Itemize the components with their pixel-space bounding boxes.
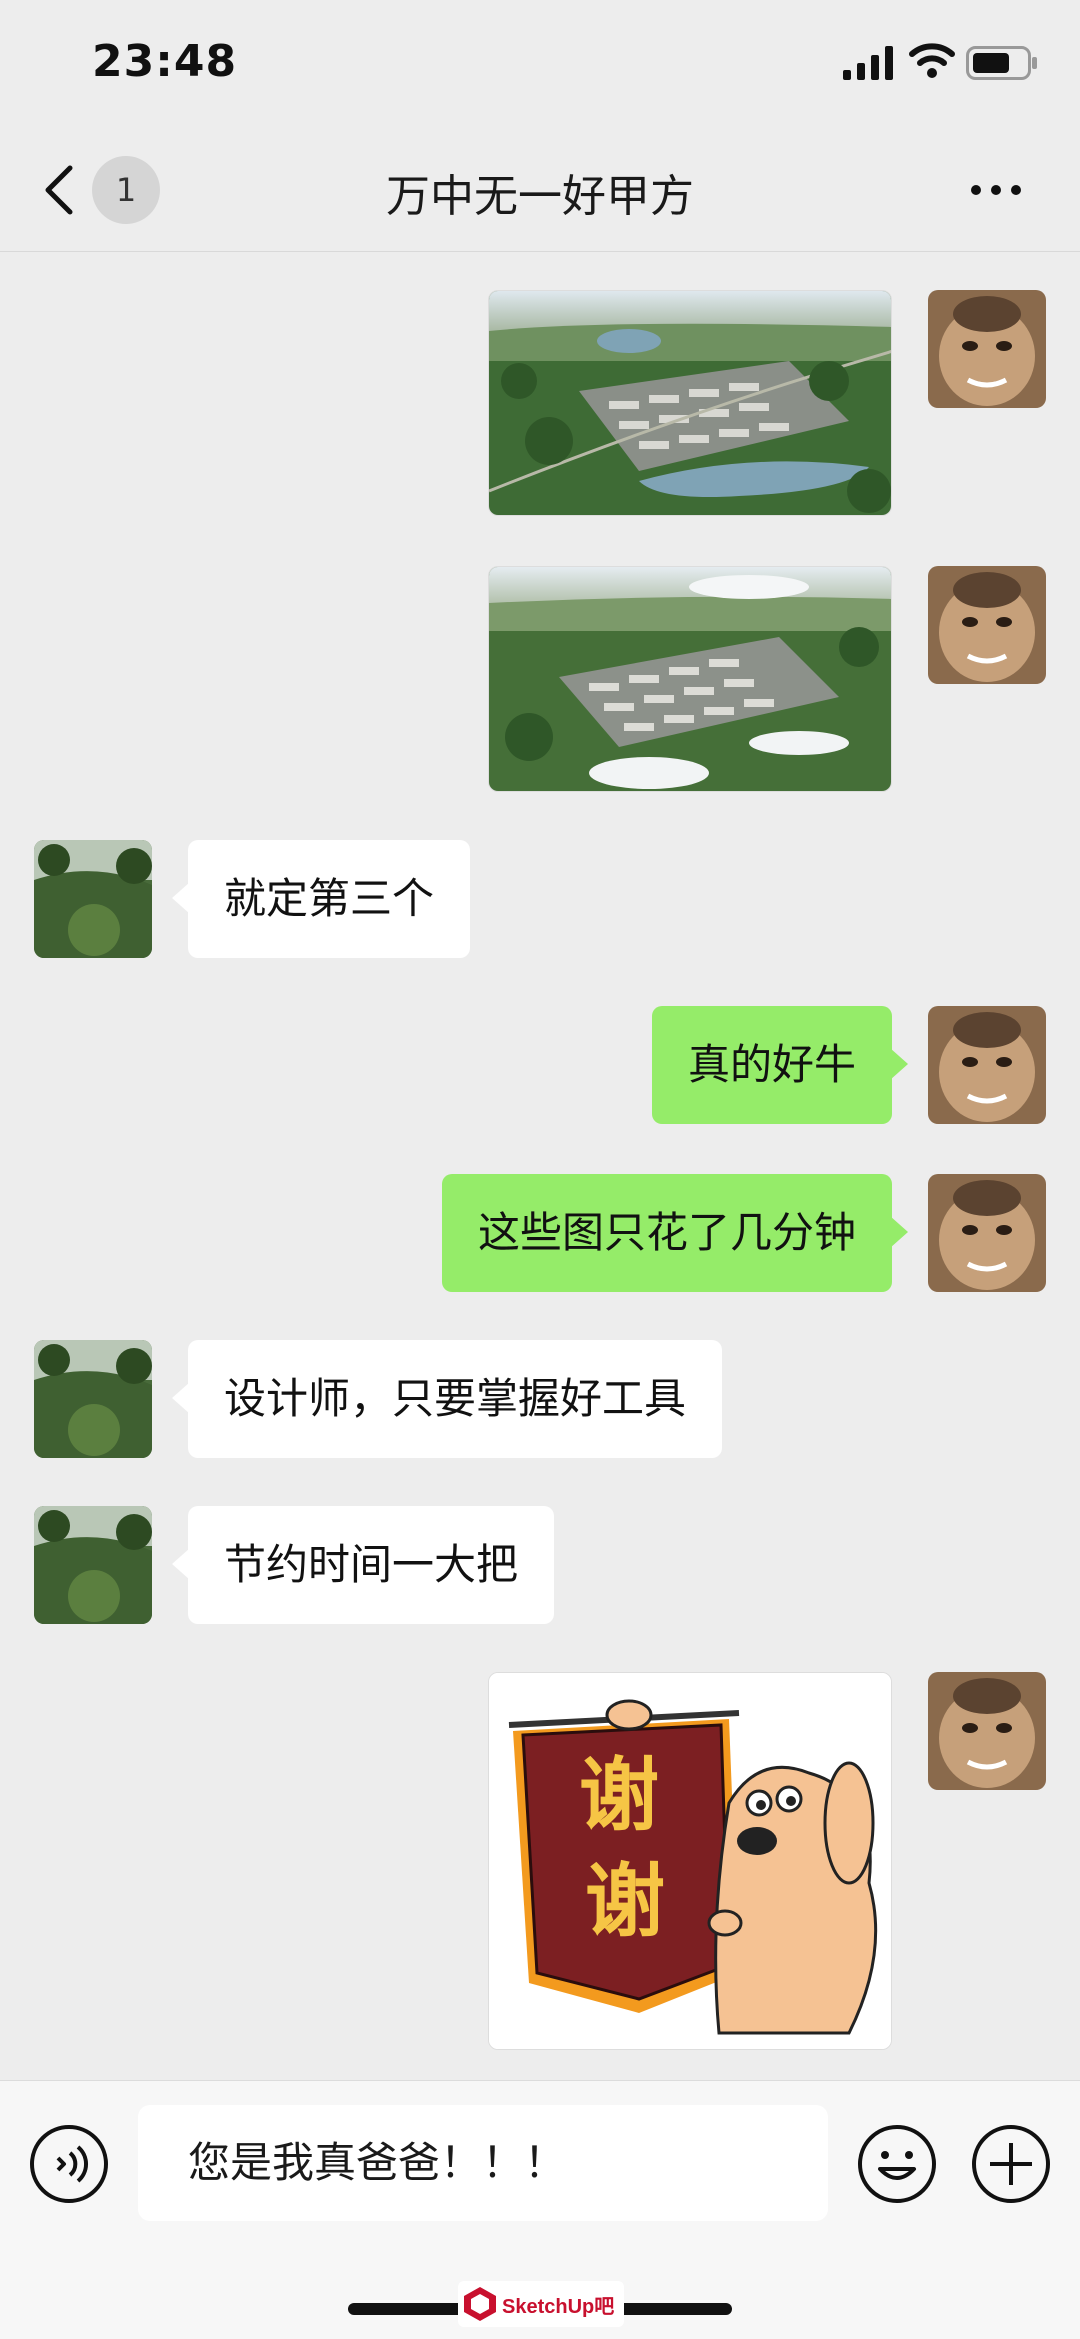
thanks-dog-sticker: 谢 谢 — [489, 1673, 891, 2049]
my-avatar[interactable] — [928, 1174, 1046, 1292]
chat-title: 万中无一好甲方 — [386, 171, 694, 222]
cellular-signal-icon — [843, 46, 893, 80]
sticker-char-2: 谢 — [585, 1855, 665, 1948]
monkey-avatar-icon — [928, 1174, 1046, 1292]
sticker-char-1: 谢 — [579, 1749, 659, 1842]
back-chevron-icon[interactable] — [40, 160, 80, 220]
more-options-icon[interactable] — [966, 170, 1026, 210]
forest-avatar-icon — [34, 840, 152, 958]
status-bar: 23:48 — [0, 0, 1080, 130]
battery-icon — [966, 46, 1037, 80]
my-avatar[interactable] — [928, 1672, 1046, 1790]
message-input[interactable]: 您是我真爸爸！！！ — [138, 2105, 828, 2221]
sketchup-logo-icon — [464, 2287, 496, 2321]
image-message[interactable] — [488, 566, 892, 792]
watermark-text: SketchUp吧 — [502, 2295, 615, 2318]
my-avatar[interactable] — [928, 290, 1046, 408]
aerial-rendering-image — [489, 567, 891, 791]
plus-icon[interactable] — [970, 2123, 1052, 2205]
monkey-avatar-icon — [928, 1006, 1046, 1124]
message-bubble[interactable]: 这些图只花了几分钟 — [441, 1174, 909, 1292]
chat-header: 1 万中无一好甲方 — [0, 130, 1080, 252]
image-message[interactable] — [488, 290, 892, 516]
message-bubble[interactable]: 就定第三个 — [171, 840, 471, 958]
forest-avatar-icon — [34, 1340, 152, 1458]
input-bar: 您是我真爸爸！！！ SketchUp吧 — [0, 2080, 1080, 2339]
message-bubble[interactable]: 真的好牛 — [651, 1006, 909, 1124]
aerial-rendering-image — [489, 291, 891, 515]
contact-avatar[interactable] — [34, 840, 152, 958]
contact-avatar[interactable] — [34, 1340, 152, 1458]
wifi-icon — [909, 43, 955, 78]
monkey-avatar-icon — [928, 290, 1046, 408]
watermark: SketchUp吧 — [458, 2281, 624, 2327]
voice-input-icon[interactable] — [28, 2123, 110, 2205]
status-time: 23:48 — [92, 36, 238, 87]
sticker-message[interactable]: 谢 谢 — [488, 1672, 892, 2050]
my-avatar[interactable] — [928, 566, 1046, 684]
forest-avatar-icon — [34, 1506, 152, 1624]
contact-avatar[interactable] — [34, 1506, 152, 1624]
unread-count-badge[interactable]: 1 — [92, 156, 160, 224]
my-avatar[interactable] — [928, 1006, 1046, 1124]
message-bubble[interactable]: 设计师，只要掌握好工具 — [171, 1340, 723, 1458]
message-bubble[interactable]: 节约时间一大把 — [171, 1506, 555, 1624]
emoji-icon[interactable] — [856, 2123, 938, 2205]
monkey-avatar-icon — [928, 1672, 1046, 1790]
monkey-avatar-icon — [928, 566, 1046, 684]
